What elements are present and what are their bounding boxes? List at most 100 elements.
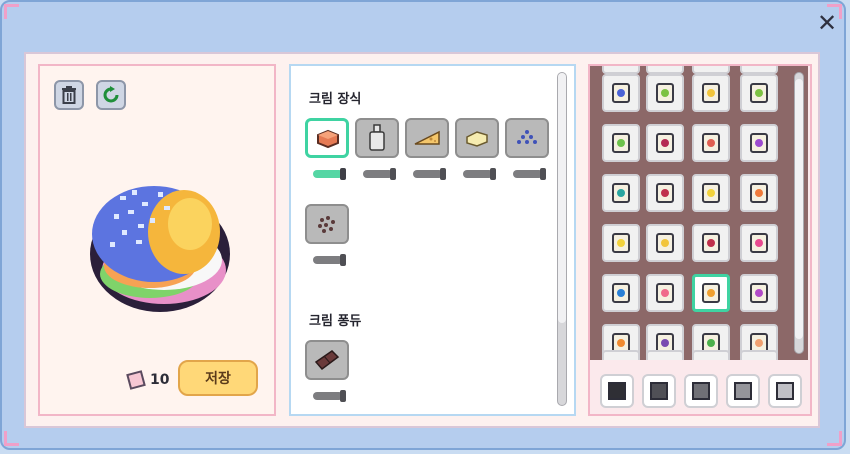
sticker-cell[interactable] — [602, 274, 640, 312]
sticker-cell[interactable] — [646, 174, 684, 212]
deco-item-cube[interactable] — [305, 118, 349, 158]
deco-toggle-bottle[interactable] — [363, 168, 396, 180]
close-icon[interactable]: ✕ — [814, 9, 840, 37]
sticker-cell[interactable] — [646, 350, 684, 360]
sticker-dot — [661, 289, 669, 297]
sticker-cell[interactable] — [692, 74, 730, 112]
color-swatch-button[interactable] — [726, 374, 760, 408]
sticker-icon — [656, 233, 674, 253]
sticker-cell[interactable] — [646, 224, 684, 262]
deco-toggle-cheese[interactable] — [413, 168, 446, 180]
deco-item-sprinkles[interactable] — [505, 118, 549, 158]
sticker-icon — [612, 83, 630, 103]
sticker-dot — [617, 289, 625, 297]
sticker-dot — [707, 339, 715, 347]
deco-toggle-butter[interactable] — [463, 168, 496, 180]
sticker-icon — [750, 133, 768, 153]
sticker-cell[interactable] — [740, 74, 778, 112]
deco-toggle-chocochips[interactable] — [313, 254, 346, 266]
sticker-cell[interactable] — [602, 174, 640, 212]
color-swatch-button[interactable] — [768, 374, 802, 408]
color-swatch-button[interactable] — [684, 374, 718, 408]
sticker-dot — [707, 189, 715, 197]
cake-preview-image — [90, 186, 230, 312]
sticker-cell[interactable] — [692, 224, 730, 262]
sticker-cell[interactable] — [646, 274, 684, 312]
deco-item-bottle[interactable] — [355, 118, 399, 158]
color-swatch — [650, 382, 668, 400]
section-title: 크림 퐁듀 — [309, 314, 362, 329]
sticker-cell[interactable] — [740, 66, 778, 74]
trash-icon — [62, 86, 76, 104]
sticker-dot — [755, 189, 763, 197]
sticker-cell[interactable] — [646, 74, 684, 112]
ingredient-scrollbar[interactable] — [557, 72, 567, 406]
sticker-dot — [755, 139, 763, 147]
color-swatch-button[interactable] — [600, 374, 634, 408]
sticker-icon — [702, 133, 720, 153]
frame-corner — [4, 4, 19, 19]
sticker-cell[interactable] — [740, 274, 778, 312]
sticker-grid — [590, 66, 808, 360]
sticker-dot — [661, 239, 669, 247]
sticker-cell[interactable] — [692, 174, 730, 212]
sticker-dot — [707, 89, 715, 97]
sticker-icon — [612, 183, 630, 203]
scroll-thumb[interactable] — [795, 79, 803, 339]
sticker-icon — [750, 283, 768, 303]
sticker-icon — [612, 133, 630, 153]
color-swatch — [692, 382, 710, 400]
deco-item-cheese[interactable] — [405, 118, 449, 158]
sticker-dot — [755, 89, 763, 97]
sticker-cell[interactable] — [740, 224, 778, 262]
coin-count: 10 — [150, 372, 170, 388]
sticker-icon — [702, 233, 720, 253]
frame-corner — [4, 431, 19, 446]
sticker-cell[interactable] — [602, 124, 640, 162]
sticker-dot — [707, 139, 715, 147]
sticker-dot — [661, 189, 669, 197]
sticker-icon — [656, 133, 674, 153]
sticker-cell[interactable] — [692, 66, 730, 74]
sticker-cell[interactable] — [692, 124, 730, 162]
scroll-thumb[interactable] — [558, 73, 566, 323]
sticker-cell[interactable] — [602, 66, 640, 74]
sticker-cell[interactable] — [646, 124, 684, 162]
save-button[interactable]: 저장 — [178, 360, 258, 396]
deco-item-chocochips[interactable] — [305, 204, 349, 244]
sticker-dot — [617, 189, 625, 197]
sticker-dot — [617, 339, 625, 347]
sticker-cell[interactable] — [602, 350, 640, 360]
color-swatch — [734, 382, 752, 400]
ingredient-panel: 크림 장식 크림 퐁듀 — [289, 64, 576, 416]
sticker-icon — [702, 183, 720, 203]
sticker-cell[interactable] — [646, 66, 684, 74]
sticker-cell[interactable] — [602, 74, 640, 112]
sticker-cell[interactable] — [602, 224, 640, 262]
fondue-item-chocolate[interactable] — [305, 340, 349, 380]
sticker-cell[interactable] — [740, 174, 778, 212]
frame-corner — [827, 431, 842, 446]
butter-block-icon — [466, 131, 488, 147]
coin-icon — [126, 370, 146, 390]
deco-toggle-cube[interactable] — [313, 168, 346, 180]
color-swatch-button[interactable] — [642, 374, 676, 408]
sticker-cell[interactable] — [740, 124, 778, 162]
deco-toggle-sprinkles[interactable] — [513, 168, 546, 180]
sticker-cell[interactable] — [692, 274, 730, 312]
color-swatch — [608, 382, 626, 400]
color-swatch — [776, 382, 794, 400]
sticker-cell[interactable] — [740, 350, 778, 360]
trash-button[interactable] — [54, 80, 84, 110]
bottle-icon — [369, 124, 385, 151]
fondue-toggle-chocolate[interactable] — [313, 390, 346, 402]
refresh-button[interactable] — [96, 80, 126, 110]
sticker-dot — [617, 139, 625, 147]
sticker-icon — [612, 233, 630, 253]
coin-counter: 10 — [126, 370, 170, 390]
sticker-dot — [707, 239, 715, 247]
cheese-wedge-icon — [414, 130, 440, 145]
sticker-cell[interactable] — [692, 350, 730, 360]
sticker-scrollbar[interactable] — [794, 72, 804, 354]
deco-item-butter[interactable] — [455, 118, 499, 158]
